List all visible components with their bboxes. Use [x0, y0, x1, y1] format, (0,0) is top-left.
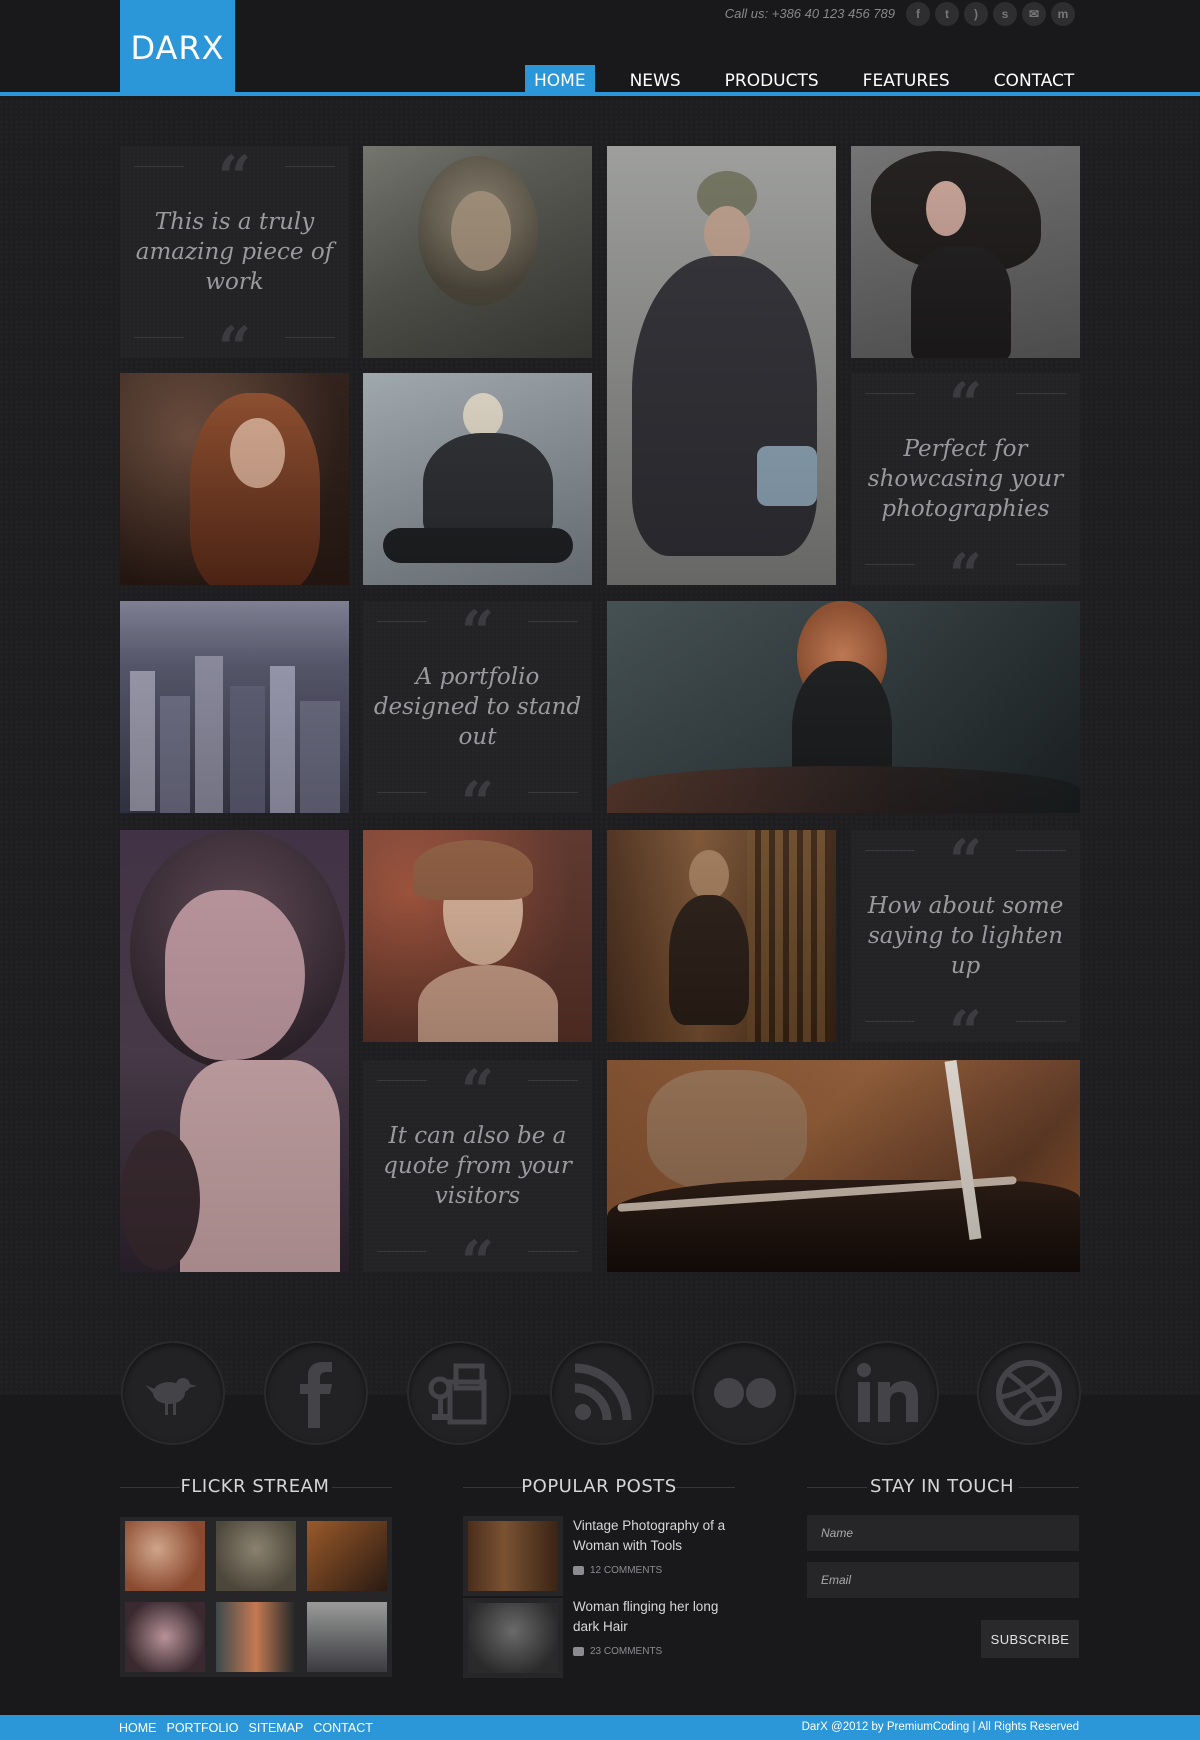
post-title[interactable]: Woman flinging her long dark Hair: [573, 1597, 738, 1637]
nav-news[interactable]: NEWS: [621, 65, 690, 96]
flickr-thumb[interactable]: [125, 1602, 205, 1672]
comment-icon: [573, 1566, 584, 1575]
post-comments[interactable]: 12 COMMENTS: [573, 1565, 662, 1576]
post-title[interactable]: Vintage Photography of a Woman with Tool…: [573, 1516, 738, 1556]
header-social-icons: f t ) s ✉ m: [906, 2, 1075, 26]
flickr-stream: [120, 1517, 392, 1677]
quote-text: Perfect for showcasing your photographie…: [867, 436, 1064, 522]
portfolio-photo[interactable]: [120, 601, 349, 813]
nav-contact[interactable]: CONTACT: [985, 65, 1084, 96]
portfolio-photo[interactable]: [363, 373, 592, 585]
flickr-title: FLICKR STREAM: [180, 1476, 330, 1497]
quote-text: A portfolio designed to stand out: [373, 664, 582, 750]
footer-link-sitemap[interactable]: SITEMAP: [249, 1721, 304, 1735]
site-logo[interactable]: DARX: [120, 0, 235, 96]
quote-tile: “ How about some saying to lighten up “: [851, 830, 1080, 1042]
subscribe-button[interactable]: SUBSCRIBE: [981, 1620, 1079, 1658]
divider: [1019, 1487, 1079, 1488]
portfolio-photo[interactable]: [120, 830, 349, 1272]
rss-icon[interactable]: ): [964, 2, 988, 26]
comment-count: 12 COMMENTS: [590, 1565, 663, 1576]
skype-icon[interactable]: s: [993, 2, 1017, 26]
portfolio-photo[interactable]: [120, 373, 349, 585]
divider: [463, 1487, 523, 1488]
quote-text: This is a truly amazing piece of work: [135, 209, 334, 295]
email-field[interactable]: [807, 1562, 1079, 1598]
posts-title: POPULAR POSTS: [521, 1476, 677, 1497]
divider: [120, 1487, 180, 1488]
post-thumbnail[interactable]: [463, 1598, 563, 1678]
footer-nav: HOME PORTFOLIO SITEMAP CONTACT: [119, 1721, 373, 1735]
flickr-thumb[interactable]: [216, 1602, 296, 1672]
mail-icon[interactable]: ✉: [1022, 2, 1046, 26]
quote-close-icon: “: [217, 323, 252, 357]
copyright: DarX @2012 by PremiumCoding | All Rights…: [801, 1721, 1079, 1733]
flickr-thumb[interactable]: [307, 1521, 387, 1591]
quote-open-icon: “: [460, 1066, 495, 1100]
flickr-icon[interactable]: [692, 1341, 796, 1445]
name-field[interactable]: [807, 1515, 1079, 1551]
facebook-icon[interactable]: f: [906, 2, 930, 26]
quote-close-icon: “: [460, 1237, 495, 1271]
post-thumbnail[interactable]: [463, 1516, 563, 1596]
flickr-thumb[interactable]: [216, 1521, 296, 1591]
footer-link-contact[interactable]: CONTACT: [313, 1721, 373, 1735]
quote-close-icon: “: [948, 1007, 983, 1041]
facebook-icon[interactable]: [264, 1341, 368, 1445]
dribbble-icon[interactable]: [977, 1341, 1081, 1445]
flickr-thumb[interactable]: [125, 1521, 205, 1591]
myspace-icon[interactable]: m: [1051, 2, 1075, 26]
quote-open-icon: “: [460, 607, 495, 641]
quote-close-icon: “: [460, 778, 495, 812]
divider: [332, 1487, 392, 1488]
touch-title: STAY IN TOUCH: [869, 1476, 1015, 1497]
post-comments[interactable]: 23 COMMENTS: [573, 1646, 662, 1657]
quote-tile: “ This is a truly amazing piece of work …: [120, 146, 349, 358]
portfolio-photo[interactable]: [363, 146, 592, 358]
quote-open-icon: “: [948, 379, 983, 413]
footer-link-home[interactable]: HOME: [119, 1721, 157, 1735]
linkedin-icon[interactable]: [835, 1341, 939, 1445]
comment-count: 23 COMMENTS: [590, 1646, 663, 1657]
comment-icon: [573, 1647, 584, 1656]
divider: [675, 1487, 735, 1488]
nav-features[interactable]: FEATURES: [854, 65, 959, 96]
divider: [807, 1487, 867, 1488]
portfolio-photo[interactable]: [363, 830, 592, 1042]
bottom-bar: HOME PORTFOLIO SITEMAP CONTACT DarX @201…: [0, 1715, 1200, 1740]
nav-home[interactable]: HOME: [525, 65, 595, 96]
portfolio-photo[interactable]: [607, 146, 836, 585]
quote-open-icon: “: [217, 152, 252, 186]
quote-tile: “ It can also be a quote from your visit…: [363, 1060, 592, 1272]
portfolio-photo[interactable]: [607, 601, 1080, 813]
rss-icon[interactable]: [550, 1341, 654, 1445]
quote-open-icon: “: [948, 836, 983, 870]
twitter-icon[interactable]: [121, 1341, 225, 1445]
footer-link-portfolio[interactable]: PORTFOLIO: [167, 1721, 239, 1735]
nav-products[interactable]: PRODUCTS: [716, 65, 828, 96]
myspace-icon[interactable]: [407, 1341, 511, 1445]
main-nav: HOME NEWS PRODUCTS FEATURES CONTACT: [525, 65, 1083, 96]
portfolio-photo[interactable]: [607, 1060, 1080, 1272]
portfolio-photo[interactable]: [607, 830, 836, 1042]
quote-text: How about some saying to lighten up: [867, 893, 1064, 979]
quote-tile: “ A portfolio designed to stand out “: [363, 601, 592, 813]
quote-tile: “ Perfect for showcasing your photograph…: [851, 373, 1080, 585]
phone-number: Call us: +386 40 123 456 789: [724, 6, 895, 21]
flickr-thumb[interactable]: [307, 1602, 387, 1672]
twitter-icon[interactable]: t: [935, 2, 959, 26]
portfolio-photo[interactable]: [851, 146, 1080, 358]
quote-text: It can also be a quote from your visitor…: [383, 1123, 572, 1209]
quote-close-icon: “: [948, 550, 983, 584]
